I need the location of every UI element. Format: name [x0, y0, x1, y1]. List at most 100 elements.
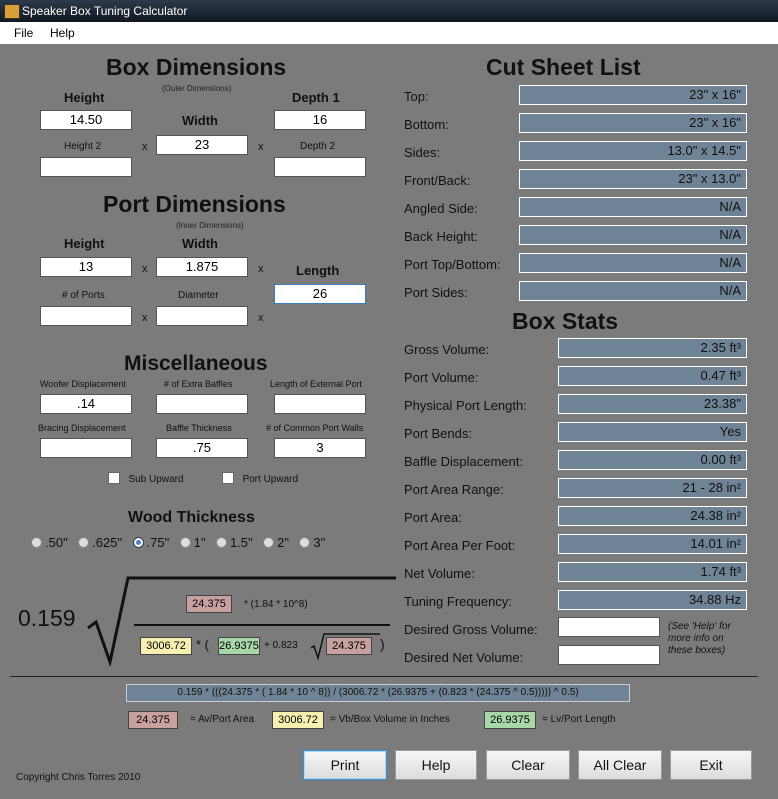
- desired-gross-input[interactable]: [558, 617, 660, 637]
- cut-value: 23" x 16": [519, 113, 747, 133]
- stat-value: 0.00 ft³: [558, 450, 747, 470]
- radio-3-icon[interactable]: [299, 537, 311, 549]
- stat-value: 34.88 Hz: [558, 590, 747, 610]
- box-height-label: Height: [64, 90, 105, 105]
- radio-label: 1": [193, 535, 206, 551]
- cut-value: N/A: [519, 225, 747, 245]
- port-height-input[interactable]: 13: [40, 257, 132, 277]
- times-sign: x: [258, 141, 264, 153]
- wood-thickness-title: Wood Thickness: [128, 509, 255, 526]
- cut-label: Sides:: [404, 145, 441, 160]
- box-height2-input[interactable]: [40, 157, 132, 177]
- formula-constant: 0.159: [18, 605, 76, 631]
- cut-label: Bottom:: [404, 117, 449, 132]
- stat-value: 21 - 28 in²: [558, 478, 747, 498]
- sub-upward-checkbox[interactable]: Sub Upward: [108, 469, 183, 487]
- radio-label: 1.5": [229, 535, 253, 551]
- box-depth1-label: Depth 1: [292, 90, 340, 105]
- checkbox-box[interactable]: [222, 471, 234, 484]
- radio-75-selected-icon[interactable]: [132, 537, 144, 549]
- cut-value: 23" x 13.0": [519, 169, 747, 189]
- times-sign: x: [258, 312, 264, 324]
- port-width-label: Width: [182, 236, 218, 251]
- formula-star-paren: * (: [196, 637, 209, 652]
- help-note: (See 'Help' for more info on these boxes…: [668, 621, 731, 656]
- exit-button[interactable]: Exit: [670, 750, 752, 780]
- legend-lv-swatch: 26.9375: [484, 711, 536, 729]
- menu-file[interactable]: File: [14, 26, 33, 40]
- port-dimensions-subtitle: (Inner Dimensions): [176, 221, 244, 230]
- cut-label: Angled Side:: [404, 201, 478, 216]
- radio-label: 3": [313, 535, 326, 551]
- port-width-input[interactable]: 1.875: [156, 257, 248, 277]
- radio-2-icon[interactable]: [263, 537, 275, 549]
- cut-value: N/A: [519, 197, 747, 217]
- formula-plus: + 0.823: [264, 640, 298, 651]
- cut-label: Front/Back:: [404, 173, 471, 188]
- baffle-thickness-input[interactable]: .75: [156, 438, 248, 458]
- port-length-label: Length: [296, 263, 340, 278]
- baffle-thickness-label: Baffle Thickness: [166, 423, 232, 433]
- extra-baffles-input[interactable]: [156, 394, 248, 414]
- box-height-input[interactable]: 14.50: [40, 110, 132, 130]
- radio-1-5-icon[interactable]: [215, 537, 227, 549]
- woofer-displacement-input[interactable]: .14: [40, 394, 132, 414]
- radio-50-icon[interactable]: [31, 537, 42, 549]
- box-width-input[interactable]: 23: [156, 135, 248, 155]
- box-depth2-input[interactable]: [274, 157, 366, 177]
- cut-value: N/A: [519, 253, 747, 273]
- port-upward-label: Port Upward: [242, 474, 299, 485]
- stat-label: Tuning Frequency:: [404, 594, 512, 609]
- radio-label: 2": [277, 535, 289, 551]
- legend-vb-label: = Vb/Box Volume in Inches: [330, 714, 450, 725]
- box-width-label: Width: [182, 113, 218, 128]
- times-sign: x: [142, 312, 148, 324]
- desired-gross-label: Desired Gross Volume:: [404, 622, 538, 637]
- diameter-input[interactable]: [156, 306, 248, 326]
- box-depth1-input[interactable]: 16: [274, 110, 366, 130]
- external-port-input[interactable]: [274, 394, 366, 414]
- legend-av-swatch: 24.375: [128, 711, 178, 729]
- stat-label: Net Volume:: [404, 566, 475, 581]
- menu-help[interactable]: Help: [50, 26, 75, 40]
- help-button[interactable]: Help: [395, 750, 477, 780]
- cut-label: Top:: [404, 89, 429, 104]
- radio-1-icon[interactable]: [179, 537, 191, 549]
- stat-label: Gross Volume:: [404, 342, 490, 357]
- cut-value: N/A: [519, 281, 747, 301]
- port-length-input[interactable]: 26: [274, 284, 366, 304]
- bracing-displacement-label: Bracing Displacement: [38, 423, 126, 433]
- stat-value: 0.47 ft³: [558, 366, 747, 386]
- app-icon: [4, 4, 20, 19]
- desired-net-input[interactable]: [558, 645, 660, 665]
- radio-label: .75": [146, 535, 170, 551]
- divider: [10, 676, 758, 677]
- radio-625-icon[interactable]: [78, 537, 90, 549]
- legend-lv-label: = Lv/Port Length: [542, 714, 616, 725]
- common-port-walls-input[interactable]: 3: [274, 438, 366, 458]
- print-button[interactable]: Print: [303, 750, 387, 780]
- all-clear-button[interactable]: All Clear: [578, 750, 662, 780]
- formula-vb: 3006.72: [140, 637, 192, 655]
- stat-value: 1.74 ft³: [558, 562, 747, 582]
- port-upward-checkbox[interactable]: Port Upward: [222, 469, 298, 487]
- stat-label: Port Area Range:: [404, 482, 504, 497]
- sub-upward-label: Sub Upward: [128, 474, 184, 485]
- stat-value: 23.38": [558, 394, 747, 414]
- formula-close-paren: ): [380, 636, 385, 652]
- common-port-walls-label: # of Common Port Walls: [266, 423, 364, 433]
- stat-label: Port Area:: [404, 510, 462, 525]
- bracing-displacement-input[interactable]: [40, 438, 132, 458]
- box-dimensions-subtitle: (Outer Dimensions): [162, 84, 232, 93]
- cut-label: Back Height:: [404, 229, 478, 244]
- title-bar: Speaker Box Tuning Calculator: [0, 0, 778, 22]
- box-dimensions-title: Box Dimensions: [106, 54, 287, 80]
- clear-button[interactable]: Clear: [486, 750, 570, 780]
- num-ports-input[interactable]: [40, 306, 132, 326]
- stat-value: 14.01 in²: [558, 534, 747, 554]
- times-sign: x: [258, 263, 264, 275]
- stat-label: Port Bends:: [404, 426, 472, 441]
- misc-title: Miscellaneous: [124, 352, 268, 375]
- checkbox-box[interactable]: [108, 471, 120, 484]
- stat-label: Port Area Per Foot:: [404, 538, 516, 553]
